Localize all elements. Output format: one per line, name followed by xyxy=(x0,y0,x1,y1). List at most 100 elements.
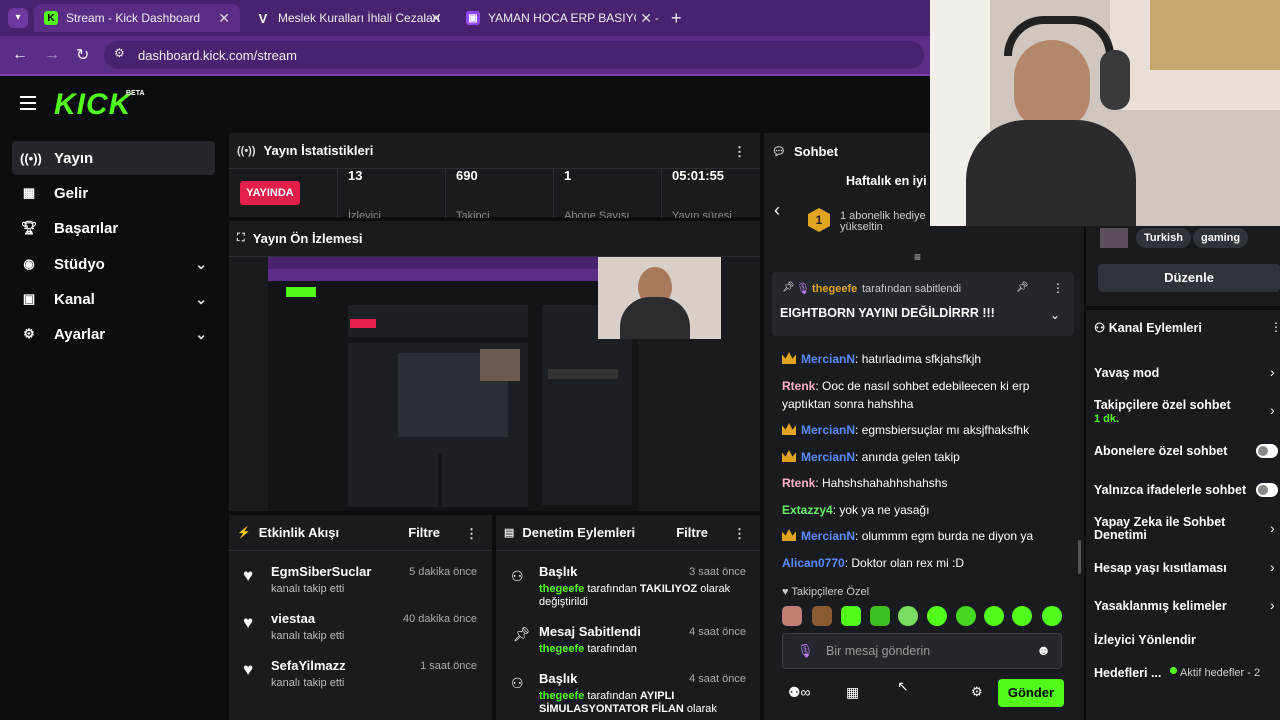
action-emote-only[interactable]: Yalnızca ifadelerle sohbet xyxy=(1094,483,1246,497)
reload-icon[interactable]: ↻ xyxy=(76,45,89,65)
mod-text: tarafından xyxy=(587,583,637,595)
activity-time: 40 dakika önce xyxy=(403,613,477,625)
chat-username[interactable]: MercianN xyxy=(801,450,855,464)
action-ai-moderation[interactable]: Yapay Zeka ile Sohbet Denetimi xyxy=(1094,516,1264,542)
action-followers-only[interactable]: Takipçilere özel sohbet xyxy=(1094,398,1231,412)
activity-user[interactable]: viestaa xyxy=(271,611,344,626)
action-goals[interactable]: Hedefleri ... xyxy=(1094,666,1161,680)
moderator-name[interactable]: thegeefe xyxy=(539,583,584,595)
chat-message: MercianN: anında gelen takip xyxy=(782,448,1072,466)
gear-icon[interactable]: ⚙ xyxy=(971,684,983,700)
emote-icon[interactable] xyxy=(1042,606,1062,626)
preview-header: ⛶ Yayın Ön İzlemesi xyxy=(229,221,760,257)
tab-yaman[interactable]: ▣ YAMAN HOCA ERP BASIYOR - ✕ xyxy=(456,4,662,32)
stream-preview-video[interactable] xyxy=(268,257,721,511)
kebab-menu-icon[interactable]: ⋮ xyxy=(465,526,478,542)
kick-logo[interactable]: KICK xyxy=(54,88,131,122)
chevron-right-icon[interactable]: › xyxy=(1270,520,1275,536)
emote-icon[interactable] xyxy=(927,606,947,626)
subs-only-toggle[interactable] xyxy=(1256,444,1278,458)
chat-username[interactable]: Extazzy4 xyxy=(782,503,833,517)
kebab-menu-icon[interactable]: ⋮ xyxy=(733,526,746,542)
sidebar-item-label: Stüdyo xyxy=(54,255,105,273)
chat-username[interactable]: Rtenk xyxy=(782,379,815,393)
moderator-name[interactable]: thegeefe xyxy=(539,690,584,702)
pinned-by-user[interactable]: thegeefe xyxy=(812,283,857,295)
tab-title: Meslek Kuralları İhlali Cezaları xyxy=(278,11,441,25)
sidebar-item-yayin[interactable]: ((•)) Yayın xyxy=(12,141,215,175)
chat-username[interactable]: MercianN xyxy=(801,352,855,366)
emote-icon[interactable] xyxy=(984,606,1004,626)
tab-kick-dashboard[interactable]: K Stream - Kick Dashboard ✕ xyxy=(34,4,240,32)
send-button[interactable]: Gönder xyxy=(998,679,1064,707)
action-banned-words[interactable]: Yasaklanmış kelimeler xyxy=(1094,599,1227,613)
emoji-icon[interactable]: ☻ xyxy=(1036,642,1051,658)
close-icon[interactable]: ✕ xyxy=(218,10,230,27)
moderator-name[interactable]: thegeefe xyxy=(539,643,584,655)
activity-user[interactable]: EgmSiberSuclar xyxy=(271,564,371,579)
action-slow-mode[interactable]: Yavaş mod xyxy=(1094,366,1159,380)
tab-meslek[interactable]: V Meslek Kuralları İhlali Cezaları ✕ xyxy=(246,4,452,32)
sidebar-item-studyo[interactable]: ◉ Stüdyo ⌄ xyxy=(12,247,215,281)
chevron-right-icon[interactable]: › xyxy=(1270,402,1275,418)
chevron-right-icon[interactable]: › xyxy=(1270,364,1275,380)
moderation-item: 📌︎ Mesaj Sabitlendi thegeefe tarafından … xyxy=(511,624,756,664)
pin-icon: 📌︎ xyxy=(513,626,531,642)
chat-input[interactable]: 🎙︎ Bir mesaj gönderin ☻ xyxy=(782,633,1062,669)
crown-icon xyxy=(782,352,796,364)
chat-username[interactable]: Alican0770 xyxy=(782,556,845,570)
stat-subs: 1 Abone Sayısı xyxy=(553,168,657,218)
action-account-age[interactable]: Hesap yaşı kısıtlaması xyxy=(1094,561,1227,575)
emote-icon[interactable] xyxy=(841,606,861,626)
chat-username[interactable]: MercianN xyxy=(801,529,855,543)
stats-title: Yayın İstatistikleri xyxy=(263,143,374,158)
kebab-menu-icon[interactable]: ⋮ xyxy=(733,144,746,160)
sidebar-item-gelir[interactable]: ▦ Gelir xyxy=(12,176,215,210)
filter-button[interactable]: Filtre xyxy=(676,525,708,540)
sidebar-item-basarilar[interactable]: 🏆︎ Başarılar xyxy=(12,211,215,245)
category-thumbnail[interactable] xyxy=(1100,228,1128,248)
tab-search-icon[interactable]: ▾ xyxy=(8,8,28,28)
emote-icon[interactable] xyxy=(870,606,890,626)
sidebar-item-kanal[interactable]: ▣ Kanal ⌄ xyxy=(12,282,215,316)
collapse-icon[interactable]: ≡ xyxy=(914,250,921,264)
chevron-down-icon[interactable]: ⌄ xyxy=(1050,308,1060,322)
chat-username[interactable]: Rtenk xyxy=(782,476,815,490)
action-raid[interactable]: İzleyici Yönlendir xyxy=(1094,633,1196,647)
badges-icon[interactable]: ⚉∞ xyxy=(788,684,811,701)
emote-icon[interactable] xyxy=(1012,606,1032,626)
filter-button[interactable]: Filtre xyxy=(408,525,440,540)
chat-scrollbar[interactable] xyxy=(1078,540,1081,574)
emote-icon[interactable] xyxy=(782,606,802,626)
moderation-item: ⚇ Başlık thegeefe tarafından TAKILIYOZ o… xyxy=(511,564,756,616)
tag-gaming[interactable]: gaming xyxy=(1193,228,1249,248)
edit-button[interactable]: Düzenle xyxy=(1098,264,1280,292)
forward-icon[interactable]: → xyxy=(44,46,60,64)
chevron-right-icon[interactable]: › xyxy=(1270,559,1275,575)
chevron-right-icon[interactable]: › xyxy=(1270,597,1275,613)
action-subs-only[interactable]: Abonelere özel sohbet xyxy=(1094,444,1227,458)
store-icon[interactable]: ▦ xyxy=(846,684,859,701)
lightning-icon: ⚡ xyxy=(237,527,251,539)
emote-icon[interactable] xyxy=(812,606,832,626)
kebab-menu-icon[interactable]: ⋮ xyxy=(1052,281,1064,295)
emote-icon[interactable] xyxy=(956,606,976,626)
chat-message: Rtenk: Hahshshahahhshahshs xyxy=(782,474,1072,492)
sidebar-item-ayarlar[interactable]: ⚙ Ayarlar ⌄ xyxy=(12,317,215,351)
mod-text: tarafından xyxy=(587,643,637,655)
tag-turkish[interactable]: Turkish xyxy=(1136,228,1191,248)
chevron-left-icon[interactable]: ‹ xyxy=(774,200,780,221)
site-info-icon[interactable]: ⚙ xyxy=(114,46,125,60)
activity-user[interactable]: SefaYilmazz xyxy=(271,658,346,673)
moderation-item: ⚇ Başlık thegeefe tarafından AYIPLI SİMU… xyxy=(511,671,756,713)
chat-username[interactable]: MercianN xyxy=(801,423,855,437)
close-icon[interactable]: ✕ xyxy=(636,9,652,27)
new-tab-icon[interactable]: + xyxy=(671,8,682,29)
menu-icon[interactable] xyxy=(20,96,36,110)
kebab-menu-icon[interactable]: ⋮ xyxy=(1270,320,1280,334)
unpin-icon[interactable]: 📌︎ xyxy=(1016,282,1029,293)
close-icon[interactable]: ✕ xyxy=(430,10,442,27)
back-icon[interactable]: ← xyxy=(12,46,28,64)
emote-only-toggle[interactable] xyxy=(1256,483,1278,497)
emote-icon[interactable] xyxy=(898,606,918,626)
